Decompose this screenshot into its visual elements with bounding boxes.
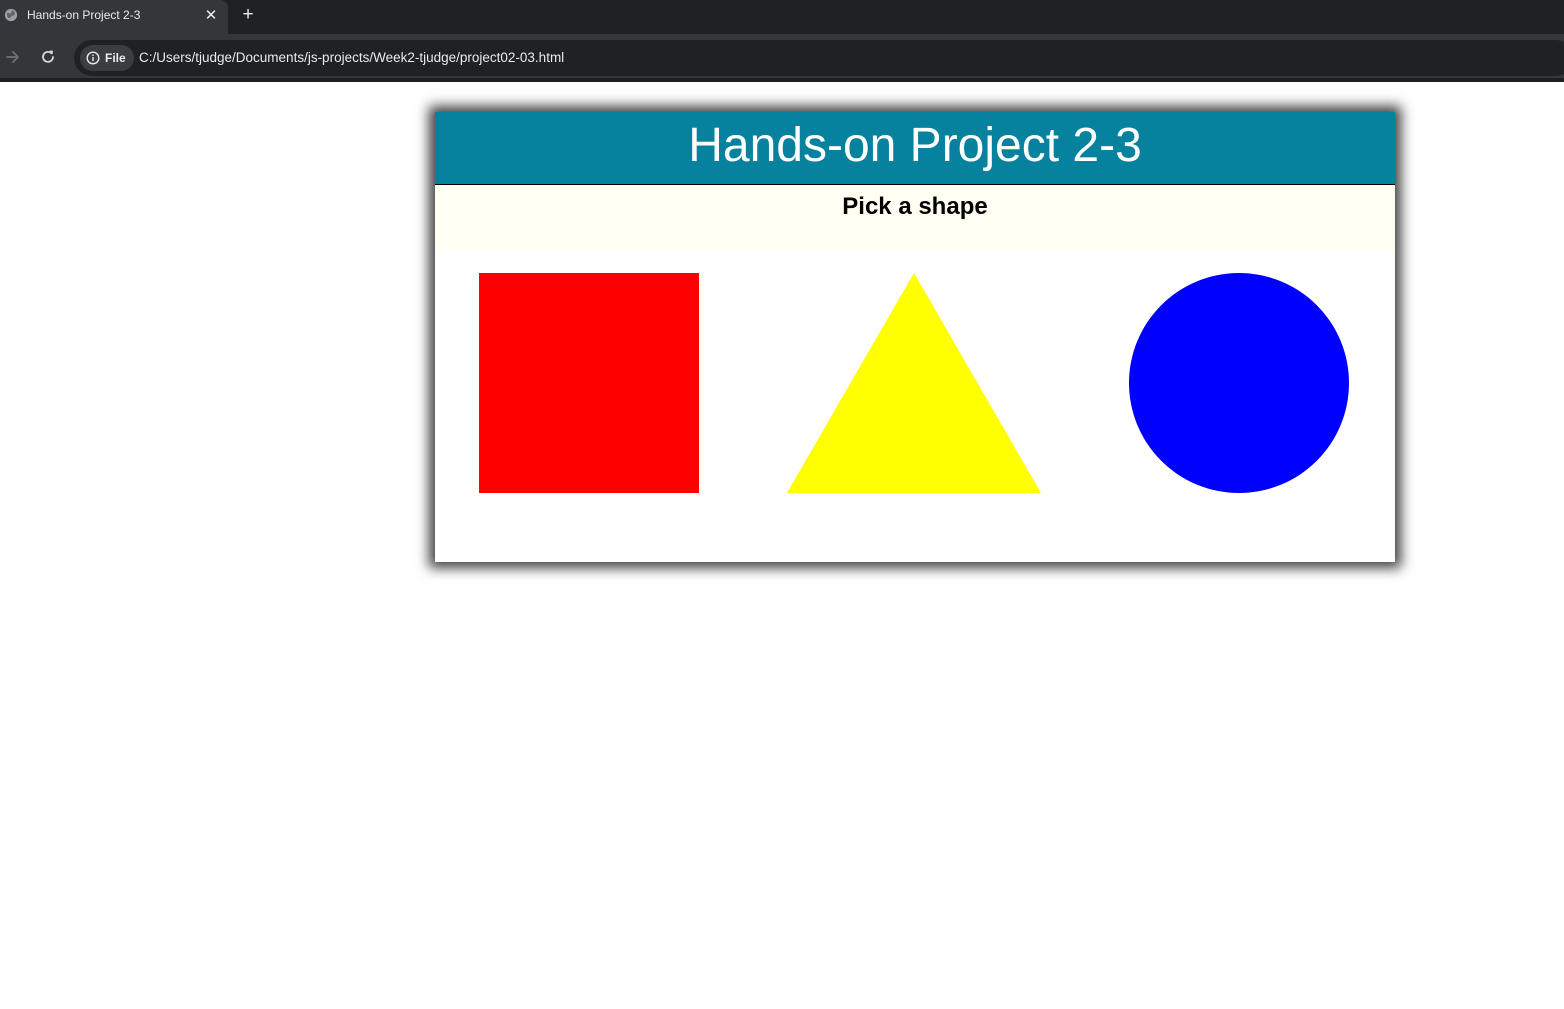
browser-tab-strip: Hands-on Project 2-3 ✕ + xyxy=(0,0,1564,34)
instruction-banner: Pick a shape xyxy=(435,185,1395,250)
square-shape[interactable] xyxy=(479,273,699,493)
triangle-shape[interactable] xyxy=(787,273,1041,493)
globe-icon xyxy=(4,8,18,22)
new-tab-icon[interactable]: + xyxy=(238,5,258,25)
site-info-chip[interactable]: File xyxy=(80,45,134,71)
forward-arrow-icon[interactable] xyxy=(4,48,22,66)
reload-icon[interactable] xyxy=(39,48,57,66)
page-header: Hands-on Project 2-3 xyxy=(435,112,1395,185)
browser-toolbar: File C:/Users/tjudge/Documents/js-projec… xyxy=(0,34,1564,82)
info-icon xyxy=(86,51,100,65)
url-text[interactable]: C:/Users/tjudge/Documents/js-projects/We… xyxy=(139,50,564,65)
instruction-text: Pick a shape xyxy=(842,193,988,220)
site-info-label: File xyxy=(105,51,126,65)
tab-title: Hands-on Project 2-3 xyxy=(27,8,141,22)
circle-shape[interactable] xyxy=(1129,273,1349,493)
browser-tab[interactable]: Hands-on Project 2-3 ✕ xyxy=(0,0,228,34)
page-title: Hands-on Project 2-3 xyxy=(688,119,1142,172)
address-bar[interactable]: File C:/Users/tjudge/Documents/js-projec… xyxy=(74,40,1564,76)
close-tab-icon[interactable]: ✕ xyxy=(202,7,220,25)
page-container: Hands-on Project 2-3 Pick a shape xyxy=(435,112,1395,562)
